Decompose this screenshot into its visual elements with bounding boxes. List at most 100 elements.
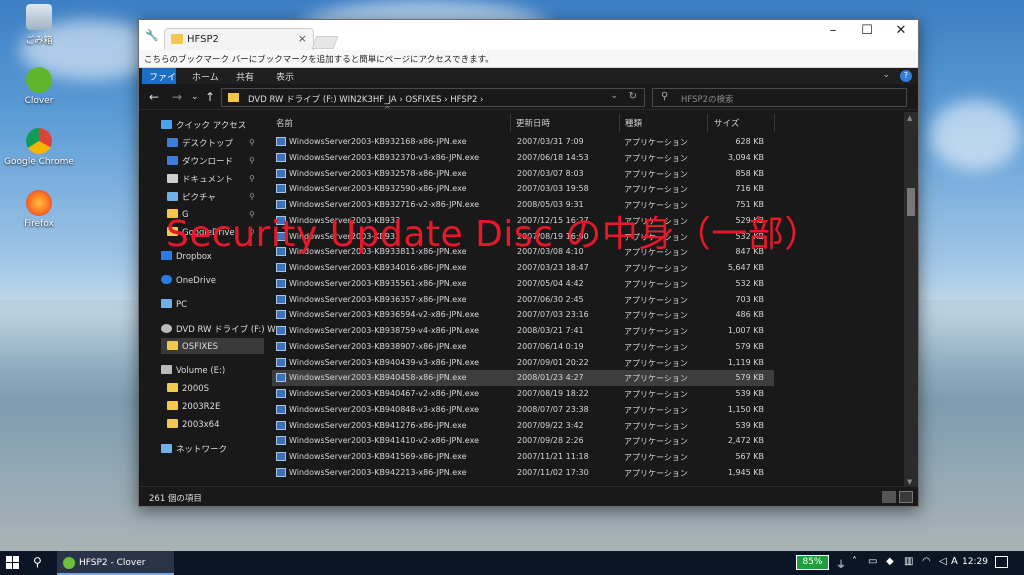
file-row[interactable]: WindowsServer2003-KB934016-x86-JPN.exe 20…	[272, 260, 774, 276]
column-header-date[interactable]: 更新日時	[516, 112, 550, 134]
file-type: アプリケーション	[624, 311, 688, 321]
file-row[interactable]: WindowsServer2003-KB935561-x86-JPN.exe 20…	[272, 276, 774, 292]
desktop-icon-recycle-bin[interactable]: ごみ箱	[4, 4, 74, 46]
new-tab-button[interactable]	[311, 36, 339, 49]
large-icons-view-icon[interactable]	[899, 491, 913, 503]
sidebar-item-label: 2003x64	[182, 420, 220, 430]
close-button[interactable]: ✕	[884, 20, 918, 42]
file-row[interactable]: WindowsServer2003-KB938759-v4-x86-JPN.ex…	[272, 323, 774, 339]
pin-icon[interactable]: ⚲	[249, 192, 255, 201]
refresh-icon[interactable]: ↻	[629, 91, 637, 102]
sidebar-item-dvd-drive[interactable]: DVD RW ドライブ (F:) W	[161, 323, 276, 335]
network-tray-icon[interactable]: ▥	[904, 556, 913, 567]
address-bar[interactable]: DVD RW ドライブ (F:) WIN2K3HF_JA › OSFIXES ›…	[221, 88, 645, 107]
file-row[interactable]: WindowsServer2003-KB932168-x86-JPN.exe 20…	[272, 134, 774, 150]
sidebar-item-osfixes[interactable]: OSFIXES	[161, 338, 264, 354]
file-row[interactable]: WindowsServer2003-KB932370-v3-x86-JPN.ex…	[272, 150, 774, 166]
sidebar-item-label: ドキュメント	[182, 175, 234, 185]
battery-indicator[interactable]: 85%	[796, 555, 829, 570]
sidebar-item-volume-e[interactable]: Volume (E:)	[161, 365, 225, 376]
wifi-icon[interactable]: ◠	[922, 556, 931, 567]
help-icon[interactable]: ?	[900, 70, 912, 82]
application-file-icon	[276, 357, 286, 367]
sidebar-item-pc[interactable]: PC	[161, 299, 187, 310]
file-name: WindowsServer2003-KB941410-v2-x86-JPN.ex…	[289, 436, 479, 446]
forward-arrow-icon[interactable]: →	[172, 90, 182, 104]
chevron-down-icon[interactable]: ⌄	[882, 70, 890, 80]
wrench-icon[interactable]: 🔧	[145, 29, 159, 42]
ribbon-tab-home[interactable]: ホーム	[192, 70, 219, 83]
minimize-button[interactable]: –	[816, 20, 850, 42]
details-view-icon[interactable]	[882, 491, 896, 503]
pin-icon[interactable]: ⚲	[249, 138, 255, 147]
tab-hfsp2[interactable]: HFSP2 ×	[164, 28, 314, 50]
column-divider	[707, 114, 708, 132]
sidebar-item-2000s[interactable]: 2000S	[167, 383, 209, 394]
scroll-up-icon[interactable]: ▲	[907, 114, 912, 122]
scrollbar-thumb[interactable]	[907, 188, 915, 216]
folder-icon	[228, 93, 239, 102]
search-placeholder: HFSP2の検索	[681, 95, 734, 105]
search-input[interactable]: ⚲ HFSP2の検索	[652, 88, 907, 107]
pin-icon[interactable]: ⚲	[249, 156, 255, 165]
windows-start-icon[interactable]	[6, 556, 20, 570]
sidebar-item-quick-access[interactable]: クイック アクセス	[161, 119, 246, 131]
file-row[interactable]: WindowsServer2003-KB941569-x86-JPN.exe 20…	[272, 449, 774, 465]
pin-icon[interactable]: ⚲	[249, 174, 255, 183]
maximize-button[interactable]: ☐	[850, 20, 884, 42]
file-row[interactable]: WindowsServer2003-KB941410-v2-x86-JPN.ex…	[272, 433, 774, 449]
vertical-scrollbar[interactable]: ▲ ▼	[904, 112, 918, 488]
desktop-icon-clover[interactable]: Clover	[4, 67, 74, 106]
file-row[interactable]: WindowsServer2003-KB941276-x86-JPN.exe 20…	[272, 418, 774, 434]
desktop-icon-firefox[interactable]: Firefox	[4, 190, 74, 229]
notification-icon[interactable]	[995, 556, 1008, 568]
column-header-size[interactable]: サイズ	[714, 112, 739, 134]
sidebar-item-onedrive[interactable]: OneDrive	[161, 275, 216, 286]
file-row[interactable]: WindowsServer2003-KB932590-x86-JPN.exe 20…	[272, 181, 774, 197]
file-date: 2007/09/01 20:22	[517, 357, 589, 367]
sidebar-item-pictures[interactable]: ピクチャ	[167, 191, 216, 203]
file-row[interactable]: WindowsServer2003-KB936594-v2-x86-JPN.ex…	[272, 307, 774, 323]
back-arrow-icon[interactable]: ←	[149, 90, 159, 104]
file-row[interactable]: WindowsServer2003-KB942213-x86-JPN.exe 20…	[272, 465, 774, 481]
desktop-icon-chrome[interactable]: Google Chrome	[4, 128, 74, 167]
ribbon-tab-file[interactable]: ファイル	[142, 68, 176, 96]
file-type: アプリケーション	[624, 295, 688, 305]
download-icon	[167, 156, 178, 165]
taskbar-app-clover[interactable]: HFSP2 - Clover	[57, 551, 174, 575]
sidebar-item-2003r2e[interactable]: 2003R2E	[167, 401, 220, 412]
file-row[interactable]: WindowsServer2003-KB938907-x86-JPN.exe 20…	[272, 339, 774, 355]
chevron-up-icon[interactable]: ˄	[852, 556, 857, 567]
file-date: 2008/07/07 23:38	[517, 404, 589, 414]
file-row[interactable]: WindowsServer2003-KB940439-v3-x86-JPN.ex…	[272, 355, 774, 371]
sidebar-item-documents[interactable]: ドキュメント	[167, 173, 233, 185]
monitor-icon[interactable]: ▭	[868, 556, 877, 567]
scroll-down-icon[interactable]: ▼	[907, 478, 912, 486]
sidebar-item-desktop[interactable]: デスクトップ	[167, 137, 233, 149]
chevron-down-icon[interactable]: ⌄	[610, 91, 618, 101]
dropbox-tray-icon[interactable]: ◆	[886, 556, 894, 567]
column-header-type[interactable]: 種類	[625, 112, 642, 134]
column-header-name[interactable]: 名前	[276, 112, 293, 134]
sidebar-item-network[interactable]: ネットワーク	[161, 443, 227, 455]
ime-indicator[interactable]: A	[951, 556, 958, 567]
sidebar-item-downloads[interactable]: ダウンロード	[167, 155, 233, 167]
folder-icon	[167, 341, 178, 350]
close-tab-icon[interactable]: ×	[298, 32, 307, 45]
file-row[interactable]: WindowsServer2003-KB940848-v3-x86-JPN.ex…	[272, 402, 774, 418]
clock[interactable]: 12:29	[962, 557, 988, 567]
file-date: 2008/03/21 7:41	[517, 326, 584, 335]
volume-icon[interactable]: ◁	[939, 556, 947, 567]
sidebar-item-2003x64[interactable]: 2003x64	[167, 419, 219, 430]
search-icon[interactable]: ⚲	[33, 555, 42, 569]
ribbon-tab-share[interactable]: 共有	[236, 70, 254, 83]
file-row[interactable]: WindowsServer2003-KB932578-x86-JPN.exe 20…	[272, 166, 774, 182]
up-arrow-icon[interactable]: ↑	[205, 90, 215, 104]
file-row[interactable]: WindowsServer2003-KB940458-x86-JPN.exe 20…	[272, 370, 774, 386]
file-row[interactable]: WindowsServer2003-KB940467-v2-x86-JPN.ex…	[272, 386, 774, 402]
file-row[interactable]: WindowsServer2003-KB936357-x86-JPN.exe 20…	[272, 292, 774, 308]
power-plug-icon[interactable]: ⏚	[836, 556, 846, 571]
ribbon-tab-view[interactable]: 表示	[276, 70, 294, 83]
file-date: 2007/09/28 2:26	[517, 436, 584, 446]
chevron-down-icon[interactable]: ⌄	[191, 92, 199, 102]
